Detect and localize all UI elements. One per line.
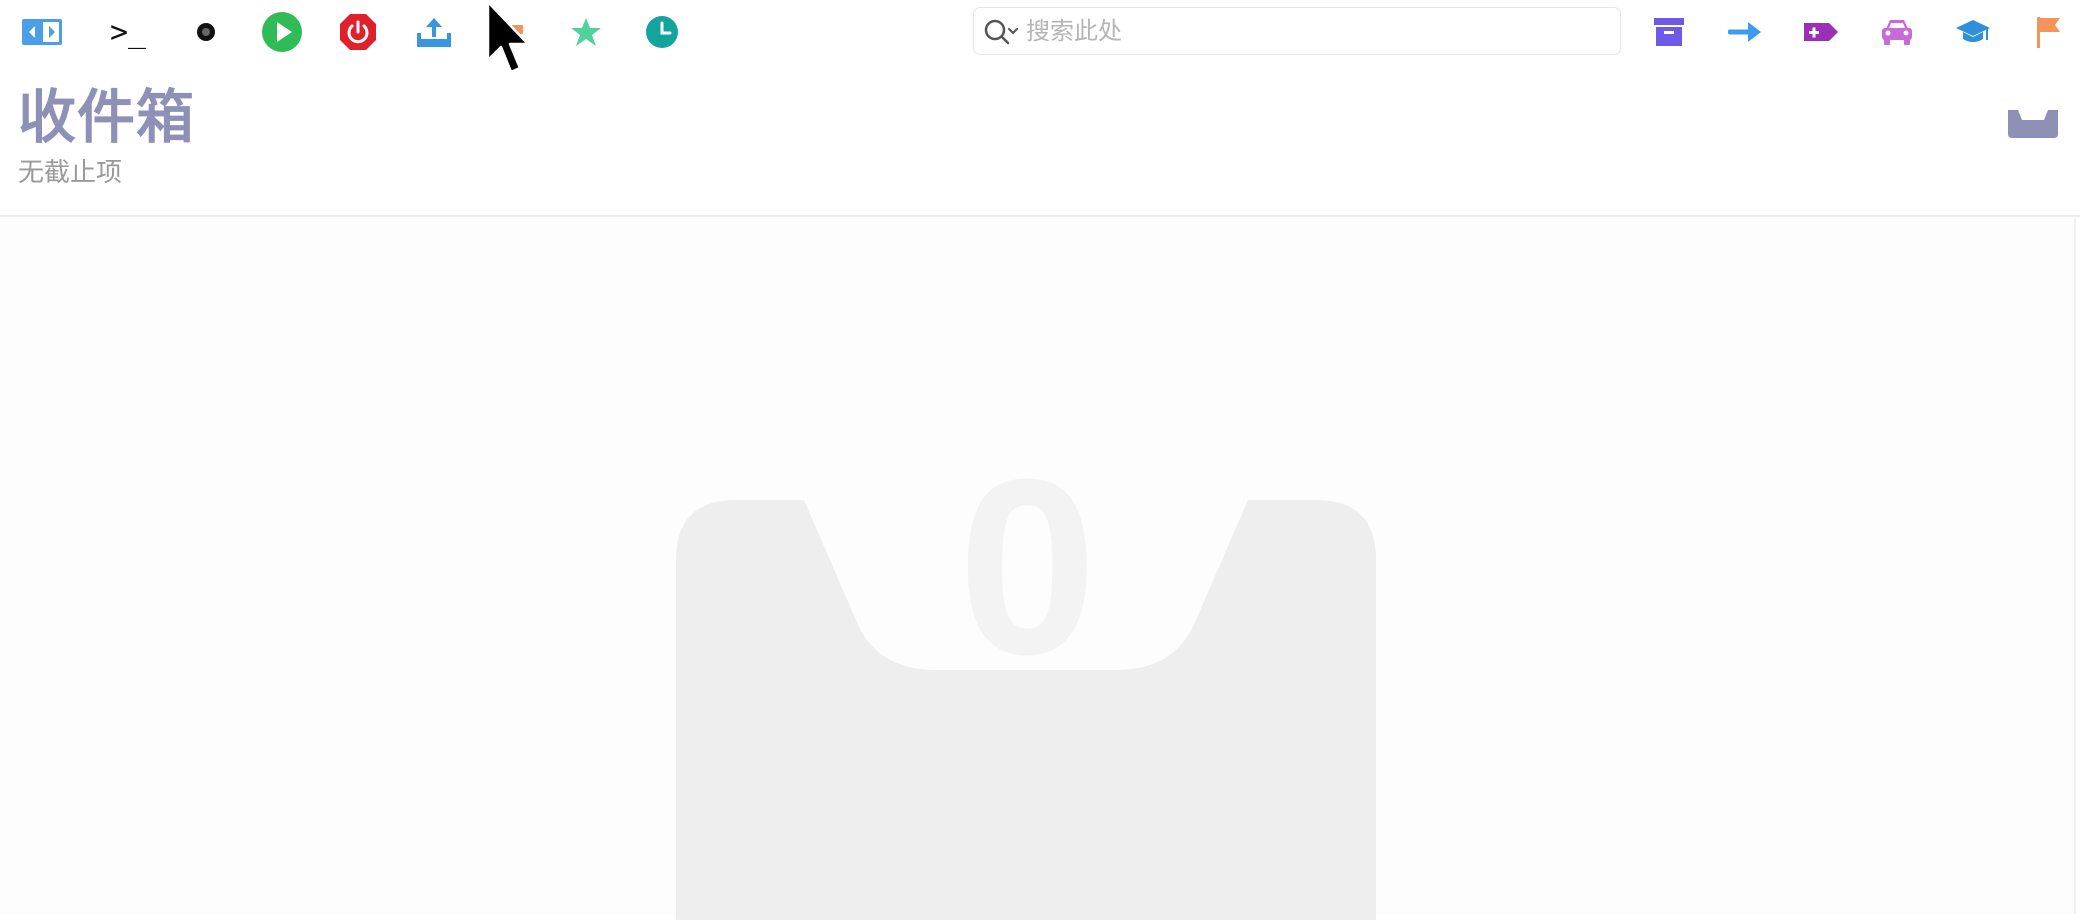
page-subtitle: 无截止项 xyxy=(18,158,123,188)
add-tag-icon[interactable] xyxy=(1799,10,1843,54)
page-header: 收件箱 无截止项 xyxy=(0,64,2080,216)
archive-icon[interactable] xyxy=(1647,10,1691,54)
flag-badge-icon[interactable] xyxy=(494,10,538,54)
search-box[interactable] xyxy=(973,7,1621,55)
toolbar: >_ xyxy=(0,0,2080,64)
page-title: 收件箱 xyxy=(18,83,196,151)
record-icon[interactable] xyxy=(184,10,228,54)
search-input[interactable] xyxy=(1026,12,1606,50)
terminal-icon[interactable]: >_ xyxy=(104,10,152,54)
scrollbar-track[interactable] xyxy=(2074,217,2076,914)
power-icon[interactable] xyxy=(336,10,380,54)
star-icon[interactable] xyxy=(564,10,608,54)
inbox-tray-icon[interactable] xyxy=(2006,104,2060,140)
sidebar-toggle-icon[interactable] xyxy=(20,10,64,54)
play-icon[interactable] xyxy=(260,10,304,54)
empty-list-area: 0 xyxy=(0,217,2074,920)
graduation-cap-icon[interactable] xyxy=(1951,10,1995,54)
empty-count: 0 xyxy=(957,427,1098,706)
forward-arrow-icon[interactable] xyxy=(1723,10,1767,54)
search-icon[interactable] xyxy=(982,17,1026,47)
terminal-glyph: >_ xyxy=(109,14,147,50)
car-icon[interactable] xyxy=(1875,10,1919,54)
share-icon[interactable] xyxy=(412,10,456,54)
flag-icon[interactable] xyxy=(2027,10,2071,54)
clock-icon[interactable] xyxy=(640,10,684,54)
